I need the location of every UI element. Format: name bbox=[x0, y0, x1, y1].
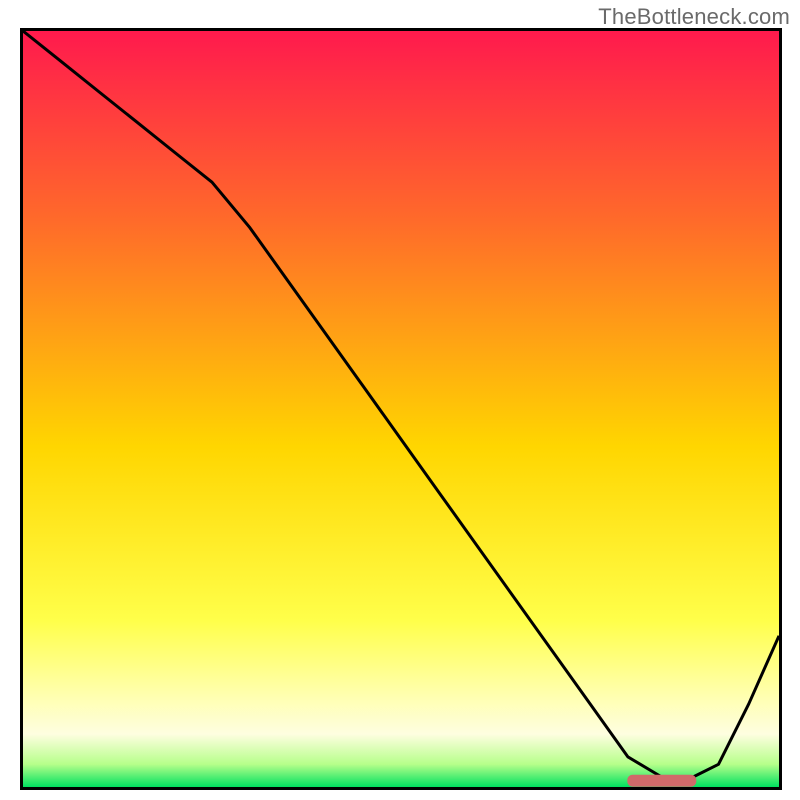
optimum-marker bbox=[628, 775, 696, 786]
chart-container: TheBottleneck.com bbox=[0, 0, 800, 800]
chart-frame bbox=[20, 28, 782, 790]
chart-svg bbox=[23, 31, 779, 787]
watermark-text: TheBottleneck.com bbox=[598, 4, 790, 30]
gradient-background bbox=[23, 31, 779, 787]
